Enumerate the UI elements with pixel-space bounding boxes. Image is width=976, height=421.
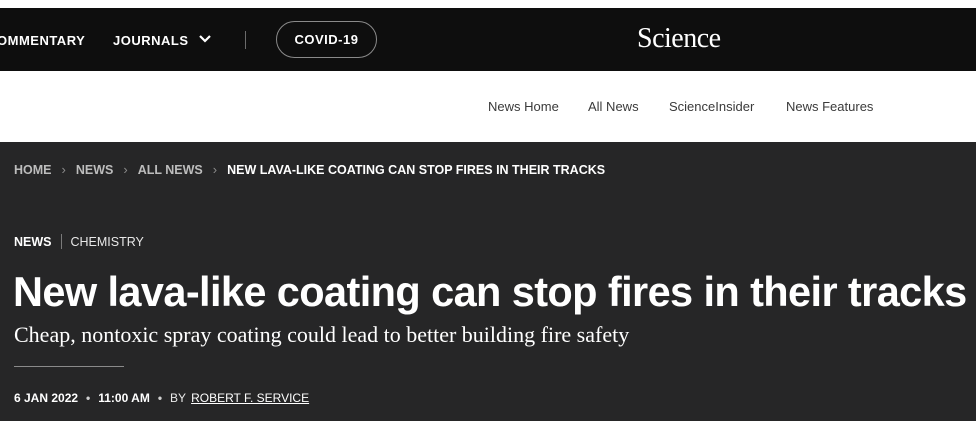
- byline-separator: •: [86, 391, 91, 405]
- covid-19-button[interactable]: COVID-19: [276, 21, 377, 58]
- chevron-down-icon[interactable]: [198, 34, 212, 44]
- breadcrumb: HOME › NEWS › ALL NEWS › NEW LAVA-LIKE C…: [14, 162, 605, 177]
- author-link[interactable]: ROBERT F. SERVICE: [191, 391, 309, 405]
- chevron-right-icon: ›: [123, 162, 128, 177]
- subnav-news-home[interactable]: News Home: [488, 99, 559, 114]
- deck-divider: [14, 366, 124, 367]
- tag-divider: [60, 234, 62, 249]
- byline-by-label: BY: [170, 391, 187, 405]
- science-logo[interactable]: Science: [637, 23, 721, 55]
- tag-chemistry[interactable]: CHEMISTRY: [71, 235, 144, 249]
- breadcrumb-all-news[interactable]: ALL NEWS: [138, 163, 203, 177]
- article-title: New lava-like coating can stop fires in …: [13, 268, 967, 315]
- top-navigation-bar: OMMENTARY JOURNALS COVID-19 Science: [0, 0, 976, 71]
- article-deck: Cheap, nontoxic spray coating could lead…: [14, 322, 630, 347]
- section-navigation: News Home All News ScienceInsider News F…: [0, 71, 976, 142]
- article-byline: 6 JAN 2022 • 11:00 AM • BY ROBERT F. SER…: [14, 391, 309, 405]
- subnav-news-features[interactable]: News Features: [786, 99, 873, 114]
- chevron-right-icon: ›: [61, 162, 66, 177]
- article-date: 6 JAN 2022: [14, 391, 79, 405]
- nav-journals[interactable]: JOURNALS: [113, 33, 189, 48]
- byline-separator: •: [157, 391, 163, 405]
- tag-news[interactable]: NEWS: [14, 235, 52, 249]
- breadcrumb-home[interactable]: HOME: [14, 163, 52, 177]
- nav-commentary[interactable]: OMMENTARY: [0, 33, 85, 48]
- subnav-all-news[interactable]: All News: [588, 99, 639, 114]
- breadcrumb-news[interactable]: NEWS: [76, 163, 114, 177]
- breadcrumb-current: NEW LAVA-LIKE COATING CAN STOP FIRES IN …: [227, 162, 606, 177]
- article-time: 11:00 AM: [98, 391, 150, 405]
- chevron-right-icon: ›: [212, 162, 218, 177]
- article-tags: NEWS CHEMISTRY: [14, 234, 144, 249]
- subnav-scienceinsider[interactable]: ScienceInsider: [669, 99, 754, 114]
- nav-divider: [245, 31, 246, 49]
